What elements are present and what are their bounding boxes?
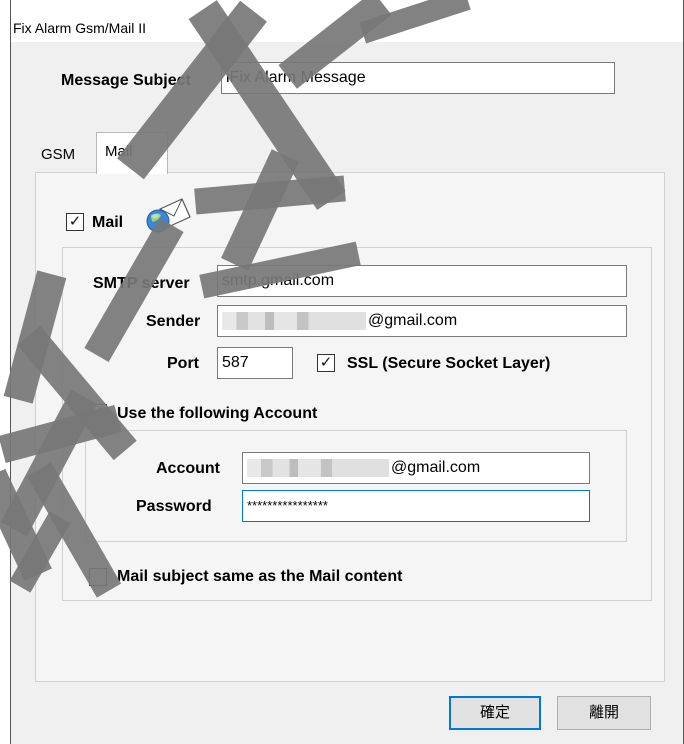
ok-button[interactable]: 確定 (449, 696, 541, 730)
use-account-label: Use the following Account (117, 405, 318, 422)
account-group: Account @gmail.com Password ************… (85, 430, 627, 542)
ssl-label: SSL (Secure Socket Layer) (347, 355, 551, 372)
mail-checkbox-label: Mail (92, 214, 124, 231)
port-input[interactable]: 587 (217, 347, 293, 379)
tab-gsm[interactable]: GSM (41, 146, 75, 163)
password-input[interactable]: **************** (242, 490, 590, 522)
redacted-sender (222, 311, 366, 330)
account-input[interactable]: @gmail.com (242, 452, 590, 484)
mail-checkbox[interactable]: ✓ (66, 213, 84, 231)
port-label: Port (167, 355, 199, 372)
ssl-checkbox[interactable]: ✓ (317, 354, 335, 372)
sender-input[interactable]: @gmail.com (217, 305, 627, 337)
redacted-account (247, 458, 389, 477)
sender-label: Sender (146, 313, 201, 330)
mail-subject-same-label: Mail subject same as the Mail content (117, 568, 403, 585)
password-label: Password (136, 498, 212, 515)
sender-domain: @gmail.com (368, 312, 458, 329)
account-label: Account (156, 460, 220, 477)
account-domain: @gmail.com (391, 459, 481, 476)
smtp-settings-group: SMTP server smtp.gmail.com Sender @gmail… (62, 247, 652, 601)
window-title: Fix Alarm Gsm/Mail II (13, 20, 147, 36)
dialog-window: Fix Alarm Gsm/Mail II Message Subject iF… (10, 0, 684, 744)
cancel-button[interactable]: 離開 (557, 696, 651, 730)
